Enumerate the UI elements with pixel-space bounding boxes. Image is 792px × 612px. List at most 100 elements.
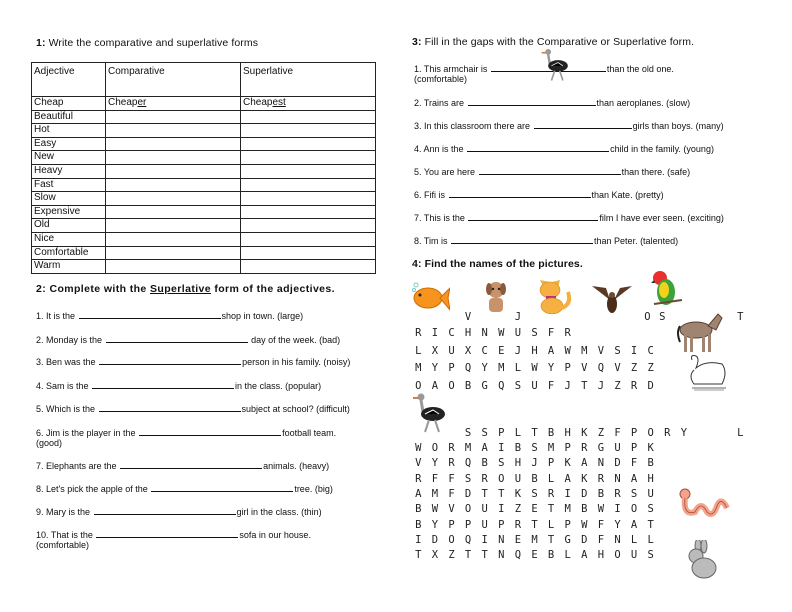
grid-letter[interactable]: V <box>576 362 593 374</box>
comparative-cell[interactable] <box>105 136 241 152</box>
grid-letter[interactable]: F <box>593 519 610 531</box>
grid-letter[interactable]: Q <box>460 362 477 374</box>
grid-letter[interactable]: A <box>626 473 643 485</box>
grid-letter[interactable]: K <box>576 473 593 485</box>
grid-letter[interactable]: P <box>460 519 477 531</box>
grid-letter[interactable]: F <box>593 534 610 546</box>
grid-letter[interactable]: T <box>526 427 543 439</box>
grid-letter[interactable]: S <box>476 427 493 439</box>
answer-blank[interactable] <box>105 333 248 343</box>
grid-letter[interactable]: A <box>576 549 593 561</box>
grid-letter[interactable]: W <box>526 362 543 374</box>
answer-blank[interactable] <box>93 505 236 515</box>
grid-letter[interactable]: S <box>626 488 643 500</box>
grid-letter[interactable]: T <box>460 549 477 561</box>
grid-letter[interactable]: Y <box>676 427 693 439</box>
grid-letter[interactable]: T <box>576 380 593 392</box>
grid-letter[interactable]: I <box>626 345 643 357</box>
grid-letter[interactable]: P <box>543 457 560 469</box>
grid-letter[interactable]: W <box>593 503 610 515</box>
grid-letter[interactable]: O <box>443 380 460 392</box>
grid-letter[interactable]: Y <box>427 519 444 531</box>
grid-letter[interactable]: T <box>476 549 493 561</box>
grid-letter[interactable]: Z <box>593 427 610 439</box>
grid-letter[interactable]: E <box>526 503 543 515</box>
answer-blank[interactable] <box>467 96 596 106</box>
comparative-cell[interactable] <box>105 218 241 233</box>
answer-blank[interactable] <box>151 482 294 492</box>
grid-letter[interactable]: V <box>609 362 626 374</box>
grid-letter[interactable]: O <box>493 473 510 485</box>
grid-letter[interactable]: F <box>427 473 444 485</box>
comparative-cell[interactable] <box>105 150 241 165</box>
grid-letter[interactable]: U <box>609 442 626 454</box>
grid-letter[interactable]: Z <box>626 362 643 374</box>
grid-letter[interactable]: R <box>609 488 626 500</box>
grid-letter[interactable]: V <box>593 345 610 357</box>
grid-letter[interactable]: S <box>460 473 477 485</box>
grid-letter[interactable]: T <box>732 311 749 323</box>
grid-letter[interactable]: H <box>593 549 610 561</box>
superlative-cell[interactable]: Cheapest <box>240 96 376 111</box>
grid-letter[interactable]: N <box>609 534 626 546</box>
grid-letter[interactable]: O <box>443 534 460 546</box>
grid-letter[interactable]: E <box>526 549 543 561</box>
grid-letter[interactable]: P <box>443 519 460 531</box>
grid-letter[interactable]: B <box>460 380 477 392</box>
grid-letter[interactable]: U <box>642 488 659 500</box>
answer-blank[interactable] <box>78 309 221 319</box>
superlative-cell[interactable] <box>240 109 376 125</box>
grid-letter[interactable]: P <box>493 519 510 531</box>
grid-letter[interactable]: G <box>593 442 610 454</box>
grid-letter[interactable]: W <box>576 519 593 531</box>
grid-letter[interactable]: Q <box>510 549 527 561</box>
grid-letter[interactable]: D <box>609 457 626 469</box>
grid-letter[interactable]: M <box>559 503 576 515</box>
grid-letter[interactable]: L <box>543 519 560 531</box>
grid-letter[interactable]: N <box>476 327 493 339</box>
grid-letter[interactable]: L <box>410 345 427 357</box>
grid-letter[interactable]: B <box>526 473 543 485</box>
grid-letter[interactable]: G <box>476 380 493 392</box>
grid-letter[interactable]: A <box>476 442 493 454</box>
grid-letter[interactable]: B <box>593 488 610 500</box>
answer-blank[interactable] <box>99 355 242 365</box>
grid-letter[interactable]: J <box>559 380 576 392</box>
grid-letter[interactable]: L <box>510 427 527 439</box>
grid-letter[interactable]: E <box>493 345 510 357</box>
grid-letter[interactable]: O <box>609 549 626 561</box>
answer-blank[interactable] <box>451 234 594 244</box>
answer-blank[interactable] <box>92 379 235 389</box>
grid-letter[interactable]: U <box>476 503 493 515</box>
grid-letter[interactable]: C <box>443 327 460 339</box>
grid-letter[interactable]: R <box>626 380 643 392</box>
grid-letter[interactable]: T <box>410 549 427 561</box>
superlative-cell[interactable] <box>240 204 376 220</box>
grid-letter[interactable]: P <box>626 442 643 454</box>
grid-letter[interactable]: J <box>526 457 543 469</box>
superlative-cell[interactable] <box>240 191 376 206</box>
grid-letter[interactable]: D <box>576 488 593 500</box>
superlative-cell[interactable] <box>240 231 376 247</box>
grid-letter[interactable]: A <box>427 380 444 392</box>
grid-letter[interactable]: R <box>410 473 427 485</box>
grid-letter[interactable]: F <box>443 473 460 485</box>
grid-letter[interactable]: Z <box>443 549 460 561</box>
grid-letter[interactable]: S <box>510 380 527 392</box>
grid-letter[interactable]: U <box>443 345 460 357</box>
grid-letter[interactable]: P <box>559 362 576 374</box>
grid-letter[interactable]: R <box>410 327 427 339</box>
grid-letter[interactable]: Z <box>642 362 659 374</box>
grid-letter[interactable]: S <box>526 442 543 454</box>
grid-letter[interactable]: Q <box>460 457 477 469</box>
grid-letter[interactable]: M <box>427 488 444 500</box>
grid-letter[interactable]: W <box>410 442 427 454</box>
grid-letter[interactable]: R <box>510 519 527 531</box>
grid-letter[interactable]: U <box>510 473 527 485</box>
grid-letter[interactable]: W <box>427 503 444 515</box>
answer-blank[interactable] <box>468 211 599 221</box>
superlative-cell[interactable] <box>240 259 376 274</box>
comparative-cell[interactable] <box>105 123 241 138</box>
comparative-cell[interactable] <box>105 109 241 125</box>
grid-letter[interactable]: N <box>593 457 610 469</box>
